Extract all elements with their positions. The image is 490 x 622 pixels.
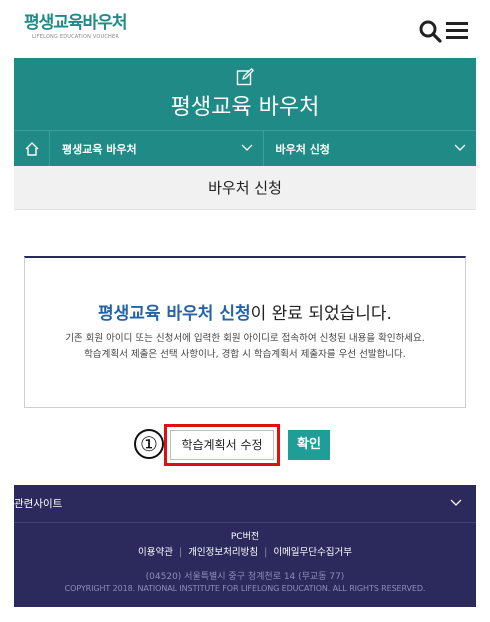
top-bar: 평생교육바우처 LIFELONG EDUCATION VOUCHER: [14, 0, 476, 58]
divider: |: [264, 547, 268, 558]
edit-icon: [236, 68, 254, 86]
confirm-button[interactable]: 확인: [288, 430, 330, 460]
breadcrumb-label: 평생교육 바우처: [62, 142, 137, 156]
related-sites-label: 관련사이트: [14, 498, 63, 510]
logo-text: 평생교육바우처: [24, 13, 127, 33]
info-line-2: 학습계획서 제출은 선택 사항이나, 경합 시 학습계획서 제출자를 우선 선발…: [84, 349, 406, 360]
breadcrumb-label: 바우처 신청: [275, 142, 330, 156]
chevron-down-icon: [454, 142, 466, 155]
privacy-policy-link[interactable]: 개인정보처리방침: [188, 547, 258, 558]
footer-copyright: COPYRIGHT 2018. NATIONAL INSTITUTE FOR L…: [64, 584, 426, 593]
completion-title-accent: 평생교육 바우처 신청: [98, 304, 251, 324]
chevron-down-icon: [241, 142, 253, 155]
related-sites-dropdown[interactable]: 관련사이트: [14, 485, 476, 523]
divider: |: [178, 547, 183, 558]
footer-address: (04520) 서울특별시 중구 청계천로 14 (무교동 77): [145, 572, 345, 582]
hero-banner: 평생교육 바우처: [14, 58, 476, 130]
hamburger-menu-icon[interactable]: [446, 20, 468, 40]
breadcrumb-item-apply[interactable]: 바우처 신청: [262, 131, 477, 166]
step-marker: ①: [134, 429, 164, 459]
completion-title: 평생교육 바우처 신청이 완료 되었습니다.: [25, 303, 465, 325]
email-policy-link[interactable]: 이메일무단수집거부: [273, 547, 352, 558]
footer-links: 이용약관 | 개인정보처리방침 | 이메일무단수집거부: [14, 544, 476, 558]
logo-subtext: LIFELONG EDUCATION VOUCHER: [32, 34, 120, 40]
home-icon[interactable]: [14, 131, 50, 166]
completion-title-rest: 이 완료 되었습니다.: [250, 304, 392, 324]
completion-message-box: 평생교육 바우처 신청이 완료 되었습니다. 기존 회원 아이디 또는 신청서에…: [24, 256, 466, 408]
breadcrumb-item-voucher[interactable]: 평생교육 바우처: [50, 131, 263, 166]
terms-link[interactable]: 이용약관: [138, 547, 173, 558]
page: 평생교육바우처 LIFELONG EDUCATION VOUCHER 평생교육: [14, 0, 476, 622]
search-icon[interactable]: [418, 19, 442, 43]
hero-title: 평생교육 바우처: [170, 95, 320, 120]
page-title: 바우처 신청: [14, 166, 476, 210]
info-line-1: 기존 회원 아이디 또는 신청서에 입력한 회원 아이디로 접속하여 신청된 내…: [65, 333, 425, 344]
breadcrumb: 평생교육 바우처 바우처 신청: [14, 130, 476, 166]
footer: 관련사이트 PC버전 이용약관 | 개인정보처리방침 | 이메일무단수집거부 (0452…: [14, 485, 476, 607]
site-logo[interactable]: 평생교육바우처 LIFELONG EDUCATION VOUCHER: [24, 13, 127, 40]
edit-study-plan-button[interactable]: 학습계획서 수정: [170, 430, 274, 460]
pc-version-link[interactable]: PC버전: [14, 529, 476, 542]
chevron-down-icon: [450, 498, 462, 510]
